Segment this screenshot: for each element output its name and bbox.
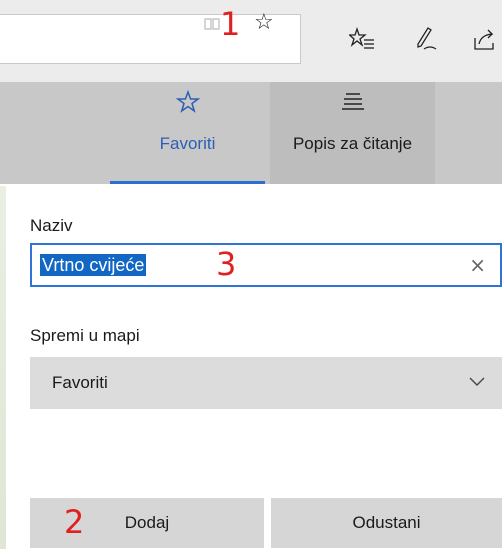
add-button-label: Dodaj [124, 513, 170, 532]
annotation-marker-3: 3 [216, 245, 237, 283]
reading-view-icon[interactable] [204, 16, 220, 32]
tab-favorites-label: Favoriti [159, 134, 216, 153]
folder-dropdown[interactable]: Favoriti [30, 357, 502, 409]
add-to-favorites-star-icon[interactable]: ☆ [254, 10, 274, 35]
web-note-pen-icon[interactable] [412, 26, 438, 52]
selected-tab-indicator [110, 181, 265, 184]
cancel-button-label: Odustani [352, 513, 421, 532]
browser-toolbar: 1 ☆ [0, 0, 502, 82]
tab-reading-list[interactable]: Popis za čitanje [270, 82, 435, 184]
clear-input-icon[interactable]: × [469, 254, 486, 276]
folder-dropdown-value: Favoriti [52, 373, 108, 392]
annotation-marker-1: 1 [220, 5, 241, 43]
background-page-edge [0, 186, 6, 549]
tab-favorites[interactable]: Favoriti [110, 82, 265, 184]
save-in-folder-label: Spremi u mapi [30, 326, 140, 345]
name-input-value[interactable]: Vrtno cvijeće [40, 254, 147, 276]
name-label: Naziv [30, 216, 73, 235]
chevron-down-icon [469, 377, 485, 386]
name-input[interactable]: Vrtno cvijeće × [30, 243, 502, 287]
reading-list-icon [341, 93, 364, 110]
annotation-marker-2: 2 [64, 503, 85, 541]
favorites-list-icon[interactable] [349, 26, 375, 52]
share-icon[interactable] [472, 26, 498, 52]
cancel-button[interactable]: Odustani [271, 498, 502, 548]
tab-reading-list-label: Popis za čitanje [292, 134, 413, 153]
star-icon [175, 90, 200, 113]
hub-tabs: Favoriti Popis za čitanje [0, 82, 502, 184]
